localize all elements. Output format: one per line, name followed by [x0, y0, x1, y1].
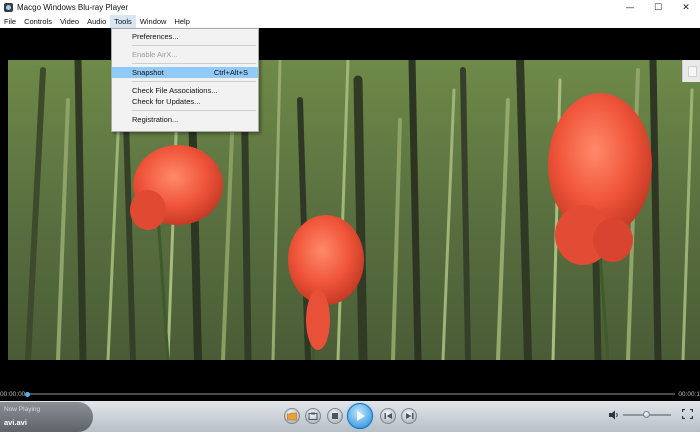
previous-button[interactable]: [380, 408, 396, 424]
volume-knob[interactable]: [643, 411, 650, 418]
disc-icon: [308, 412, 318, 420]
menu-item-preferences[interactable]: Preferences...: [112, 31, 258, 42]
seek-bar[interactable]: [27, 393, 675, 395]
elapsed-time: 00:00:00: [0, 391, 26, 398]
menu-item-snapshot-shortcut: Ctrl+Alt+S: [213, 68, 248, 77]
window-controls: — ☐ ✕: [616, 0, 700, 15]
menu-item-registration[interactable]: Registration...: [112, 114, 258, 125]
folder-icon: [287, 412, 297, 420]
menu-item-check-file-associations[interactable]: Check File Associations...: [112, 85, 258, 96]
stop-button[interactable]: [327, 408, 343, 424]
menu-separator: [132, 45, 256, 46]
minimize-button[interactable]: —: [616, 0, 644, 15]
menu-help[interactable]: Help: [170, 15, 193, 28]
menu-window[interactable]: Window: [136, 15, 171, 28]
player-window: Macgo Windows Blu-ray Player — ☐ ✕ File …: [0, 0, 700, 432]
menu-video[interactable]: Video: [56, 15, 83, 28]
maximize-button[interactable]: ☐: [644, 0, 672, 15]
now-playing-file: avi.avi: [4, 418, 27, 427]
title-bar: Macgo Windows Blu-ray Player — ☐ ✕: [0, 0, 700, 15]
window-title: Macgo Windows Blu-ray Player: [17, 3, 129, 12]
previous-icon: [384, 413, 392, 419]
fullscreen-icon[interactable]: [682, 409, 693, 419]
menu-item-enable-airx[interactable]: Enable AirX...: [112, 49, 258, 60]
app-logo-icon: [4, 3, 13, 12]
next-icon: [405, 413, 413, 419]
menu-separator: [132, 63, 256, 64]
play-icon: [357, 411, 365, 421]
play-button[interactable]: [347, 403, 373, 429]
open-folder-button[interactable]: [284, 408, 300, 424]
menu-audio[interactable]: Audio: [83, 15, 110, 28]
menu-item-check-for-updates[interactable]: Check for Updates...: [112, 96, 258, 107]
menu-separator: [132, 110, 256, 111]
timeline: 00:00:00 00:00:1: [0, 391, 700, 401]
menu-bar: File Controls Video Audio Tools Window H…: [0, 15, 700, 28]
menu-item-snapshot[interactable]: Snapshot Ctrl+Alt+S: [112, 67, 258, 78]
menu-item-snapshot-label: Snapshot: [132, 68, 164, 77]
now-playing-label: Now Playing: [4, 406, 41, 413]
tools-dropdown-menu: Preferences... Enable AirX... Snapshot C…: [111, 28, 259, 132]
menu-tools[interactable]: Tools: [110, 15, 136, 28]
next-button[interactable]: [401, 408, 417, 424]
stop-icon: [332, 413, 338, 419]
overlay-scroll-handle[interactable]: [682, 60, 700, 82]
menu-controls[interactable]: Controls: [20, 15, 56, 28]
menu-file[interactable]: File: [0, 15, 20, 28]
menu-separator: [132, 81, 256, 82]
total-time: 00:00:1: [678, 391, 700, 398]
open-disc-button[interactable]: [305, 408, 321, 424]
volume-icon[interactable]: [608, 410, 620, 420]
close-button[interactable]: ✕: [672, 0, 700, 15]
seek-knob[interactable]: [25, 392, 30, 397]
